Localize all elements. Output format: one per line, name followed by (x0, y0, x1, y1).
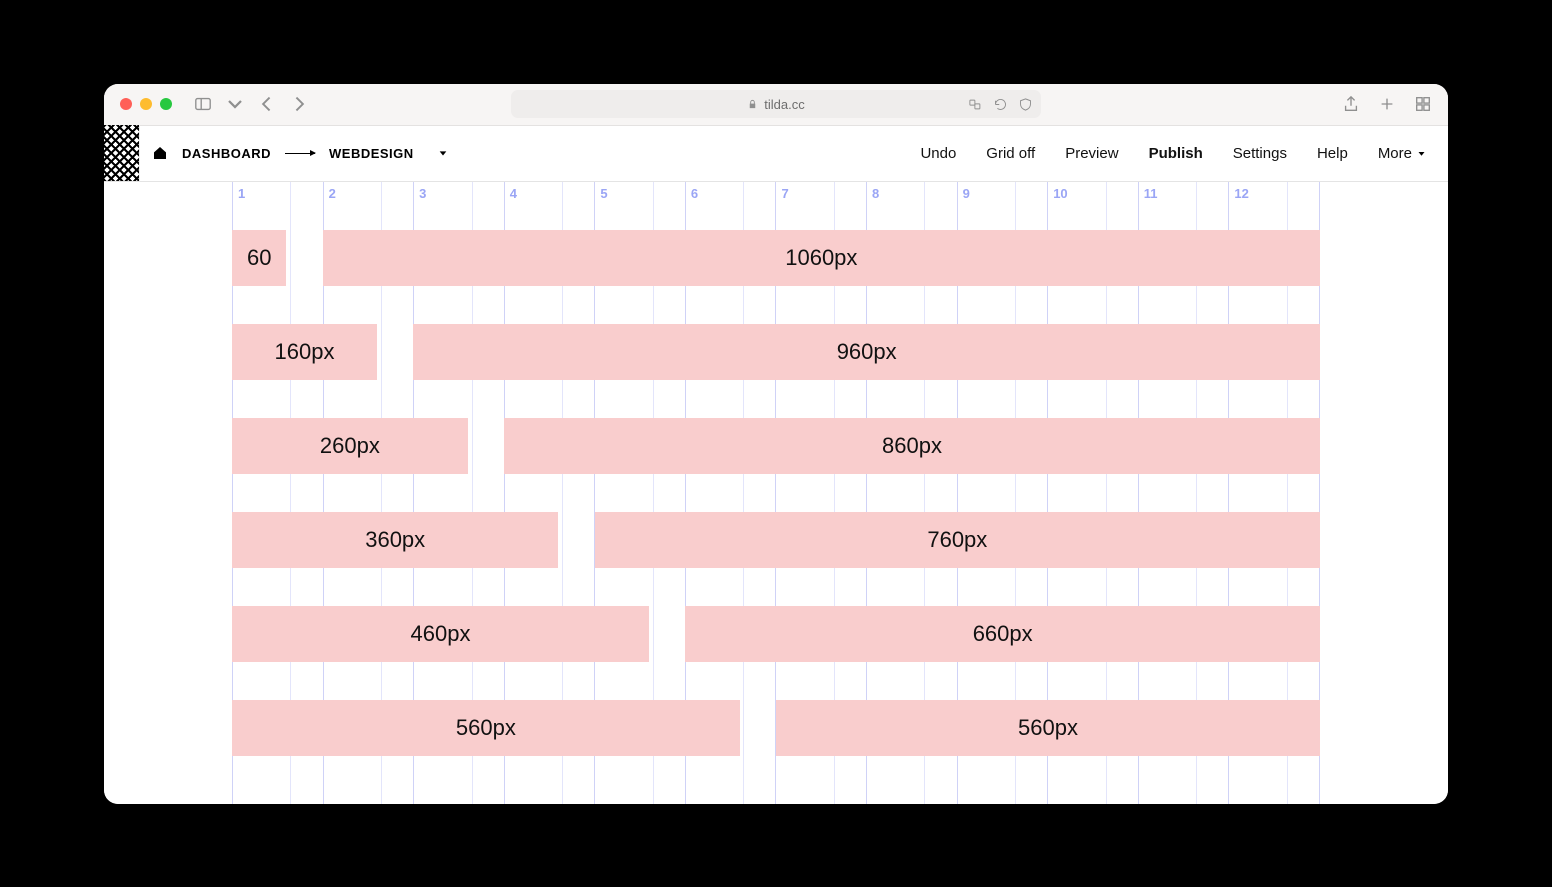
url-text: tilda.cc (764, 97, 804, 112)
minimize-window-button[interactable] (140, 98, 152, 110)
grid-block-left[interactable]: 360px (232, 512, 558, 568)
help-button[interactable]: Help (1317, 145, 1348, 162)
shield-icon[interactable] (1018, 97, 1033, 112)
grid-rows: 60 1060px 160px 960px 260px 860px 360px 760px 46… (232, 182, 1320, 804)
breadcrumb-root[interactable]: DASHBOARD (182, 146, 271, 161)
app-header: DASHBOARD WEBDESIGN Undo Grid off Previe… (104, 126, 1448, 182)
grid-row: 60 1060px (232, 230, 1320, 286)
more-label: More (1378, 145, 1412, 162)
grid-row-gap (377, 324, 413, 380)
fullscreen-window-button[interactable] (160, 98, 172, 110)
breadcrumb-dropdown-icon[interactable] (438, 146, 448, 161)
settings-button[interactable]: Settings (1233, 145, 1287, 162)
grid-block-right[interactable]: 760px (595, 512, 1320, 568)
app-logo[interactable] (104, 125, 140, 181)
grid-row: 560px 560px (232, 700, 1320, 756)
grid-block-left[interactable]: 560px (232, 700, 740, 756)
grid-row-gap (286, 230, 322, 286)
grid-row: 160px 960px (232, 324, 1320, 380)
breadcrumb: DASHBOARD WEBDESIGN (152, 145, 448, 161)
grid-block-left[interactable]: 460px (232, 606, 649, 662)
grid-row: 260px 860px (232, 418, 1320, 474)
grid-block-right[interactable]: 960px (413, 324, 1320, 380)
nav-back-icon[interactable] (258, 95, 276, 113)
app-actions: Undo Grid off Preview Publish Settings H… (920, 145, 1448, 162)
tab-dropdown-icon[interactable] (226, 95, 244, 113)
chevron-down-icon (1417, 149, 1426, 158)
window-controls (120, 98, 172, 110)
grid-block-right[interactable]: 660px (685, 606, 1320, 662)
grid-toggle[interactable]: Grid off (986, 145, 1035, 162)
grid-block-right[interactable]: 860px (504, 418, 1320, 474)
tab-overview-icon[interactable] (1414, 95, 1432, 113)
sidebar-toggle-icon[interactable] (194, 95, 212, 113)
share-icon[interactable] (1342, 95, 1360, 113)
browser-titlebar: tilda.cc (104, 84, 1448, 126)
grid-row-gap (468, 418, 504, 474)
reload-icon[interactable] (993, 97, 1008, 112)
home-icon[interactable] (152, 145, 168, 161)
publish-button[interactable]: Publish (1149, 145, 1203, 162)
url-bar[interactable]: tilda.cc (511, 90, 1041, 118)
browser-window: tilda.cc DASHBOARD WEBDESIGN (104, 84, 1448, 804)
grid-block-left[interactable]: 260px (232, 418, 468, 474)
grid-row-gap (558, 512, 594, 568)
translate-icon[interactable] (968, 97, 983, 112)
grid-block-left[interactable]: 160px (232, 324, 377, 380)
grid-row-gap (649, 606, 685, 662)
grid-row: 360px 760px (232, 512, 1320, 568)
grid-block-right[interactable]: 1060px (323, 230, 1320, 286)
breadcrumb-arrow-icon (285, 153, 315, 154)
breadcrumb-page[interactable]: WEBDESIGN (329, 146, 414, 161)
grid-block-left[interactable]: 60 (232, 230, 286, 286)
url-right-icons (968, 97, 1033, 112)
undo-button[interactable]: Undo (920, 145, 956, 162)
grid-block-right[interactable]: 560px (776, 700, 1320, 756)
close-window-button[interactable] (120, 98, 132, 110)
preview-button[interactable]: Preview (1065, 145, 1118, 162)
nav-forward-icon[interactable] (290, 95, 308, 113)
grid-container: 123456789101112 601060px160px960px260px8… (232, 182, 1320, 804)
new-tab-icon[interactable] (1378, 95, 1396, 113)
more-menu[interactable]: More (1378, 145, 1426, 162)
editor-canvas[interactable]: 123456789101112 601060px160px960px260px8… (104, 182, 1448, 804)
grid-row: 460px 660px (232, 606, 1320, 662)
lock-icon (747, 99, 758, 110)
grid-row-gap (740, 700, 776, 756)
